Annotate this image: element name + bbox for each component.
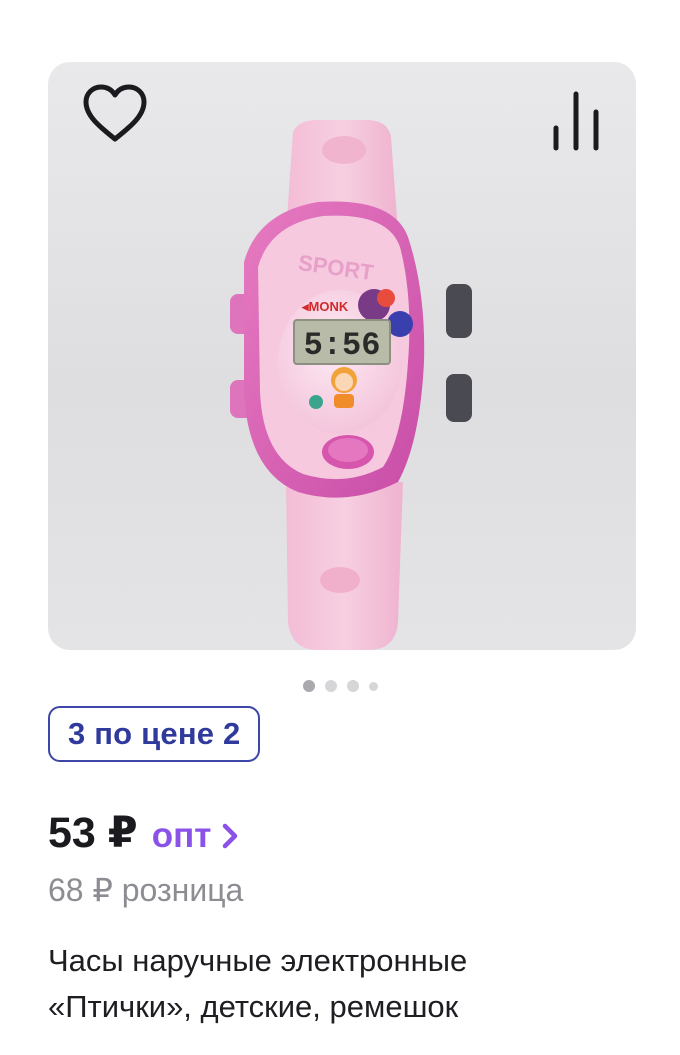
heart-outline-icon [83, 84, 147, 142]
wholesale-link[interactable]: опт [152, 816, 240, 856]
product-image-gallery[interactable]: SPORT ◂MONK 5:56 [48, 62, 636, 650]
face-sticker-text: ◂MONK [301, 299, 349, 314]
product-title[interactable]: Часы наручные электронные «Птички», детс… [48, 938, 608, 1030]
chevron-right-icon [223, 823, 238, 849]
gallery-dot-3[interactable] [346, 680, 359, 692]
product-title-line-1: Часы наручные электронные [48, 943, 468, 978]
lcd-time-display: 5:56 [304, 327, 381, 364]
title-fade-overlay [498, 984, 608, 1030]
compare-button[interactable] [548, 90, 608, 154]
product-card[interactable]: SPORT ◂MONK 5:56 3 по цене 2 53 ₽ опт 68… [0, 0, 680, 1055]
gallery-dot-4[interactable] [368, 681, 378, 691]
favorite-button[interactable] [80, 82, 150, 146]
wholesale-label: опт [151, 816, 212, 855]
gallery-pagination [0, 680, 680, 692]
promo-badge[interactable]: 3 по цене 2 [48, 706, 261, 762]
bar-chart-icon [553, 91, 599, 151]
gallery-dot-2[interactable] [324, 680, 337, 692]
wholesale-price: 53 ₽ [48, 809, 138, 857]
retail-price: 68 ₽ розница [48, 872, 244, 908]
price-row: 53 ₽ опт [48, 808, 239, 858]
gallery-dot-1[interactable] [302, 680, 315, 692]
